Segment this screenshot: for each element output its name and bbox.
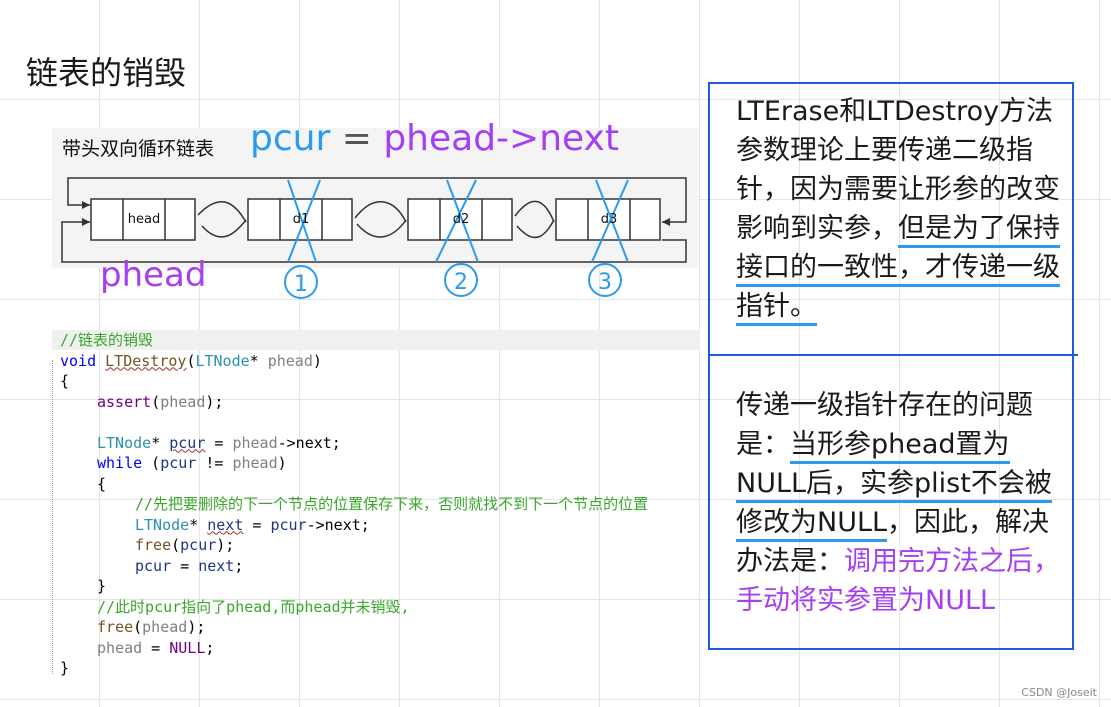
pcur-var: pcur: [250, 118, 331, 159]
loop-bottom-arrowhead: [82, 218, 90, 226]
note-parameter-explanation: LTErase和LTDestroy方法参数理论上要传递二级指针，因为需要让形参的…: [736, 92, 1076, 326]
code-line-4: assert(phead);: [97, 392, 224, 411]
step-number-3: 3: [598, 270, 612, 295]
loop-top-arrowhead: [82, 201, 90, 209]
phead-label: phead: [100, 255, 207, 295]
code-line-15: free(phead);: [97, 618, 206, 636]
code-line-2: void LTDestroy(LTNode* phead): [60, 351, 322, 370]
code-line-9: //先把要删除的下一个节点的位置保存下来，否则就找不到下一个节点的位置: [135, 495, 649, 513]
code-line-7: while (pcur != phead): [97, 454, 287, 472]
note-divider: [708, 354, 1078, 356]
code-line-6: LTNode* pcur = phead->next;: [97, 433, 341, 452]
node-label-d2: d2: [452, 212, 470, 227]
code-line-13: }: [97, 577, 107, 595]
link-d2-d3: [514, 200, 555, 223]
code-line-3: {: [60, 372, 70, 390]
node-label-d1: d1: [292, 212, 310, 227]
assign-op: =: [330, 118, 384, 159]
step-number-2: 2: [454, 270, 468, 295]
loop-right-arrowhead: [662, 218, 670, 226]
code-line-10: LTNode* next = pcur->next;: [135, 515, 370, 534]
node-label-d3: d3: [600, 212, 618, 227]
link-head-d1: [197, 201, 247, 223]
watermark: CSDN @Joseit: [1021, 686, 1097, 699]
code-line-17: }: [60, 659, 70, 677]
code-line-1: //链表的销毁: [60, 331, 154, 349]
code-line-12: pcur = next;: [135, 556, 244, 575]
code-block: //链表的销毁 void LTDestroy(LTNode* phead) { …: [52, 330, 700, 682]
note-single-pointer-issue: 传递一级指针存在的问题是：当形参phead置为NULL后，实参plist不会被修…: [736, 386, 1076, 620]
code-line-16: phead = NULL;: [97, 638, 215, 657]
code-line-11: free(pcur);: [135, 536, 235, 554]
link-d1-d2: [354, 200, 407, 223]
pcur-value: phead->next: [383, 118, 619, 159]
node-label-head: head: [127, 212, 161, 227]
pcur-assignment: pcur = phead->next: [250, 118, 619, 159]
step-number-1: 1: [294, 272, 308, 297]
code-line-14: //此时pcur指向了phead,而phead并未销毁,: [97, 597, 410, 616]
fold-guide: [52, 360, 59, 674]
code-line-8: {: [97, 474, 107, 493]
